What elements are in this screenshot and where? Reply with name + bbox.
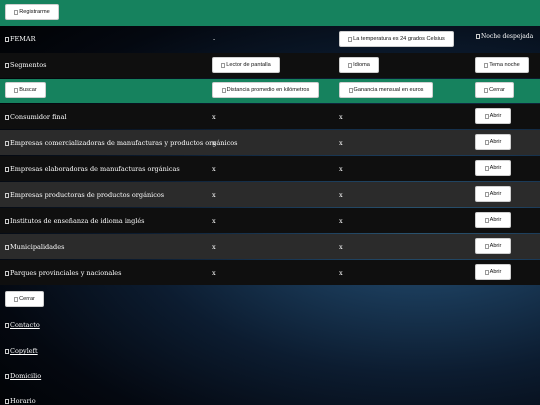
open-segment-button[interactable]: Abrir xyxy=(475,212,511,228)
segment-distance: x xyxy=(212,113,216,121)
close-image-icon xyxy=(484,87,489,93)
info-dash: - xyxy=(213,35,216,43)
screen-reader-image-icon xyxy=(221,62,226,68)
header-bar: Registrarme xyxy=(0,0,540,26)
register-button[interactable]: Registrarme xyxy=(5,4,59,20)
temperature-button[interactable]: La temperatura es 24 grados Celsius xyxy=(339,31,454,47)
table-row: Parques provinciales y nacionales x x Ab… xyxy=(0,260,540,285)
segments-title: Segmentos xyxy=(5,61,47,69)
footer-close-button[interactable]: Cerrar xyxy=(5,291,44,307)
segment-distance: x xyxy=(212,191,216,199)
close-table-button[interactable]: Cerrar xyxy=(475,82,514,98)
table-row: Consumidor final x x Abrir xyxy=(0,104,540,129)
open-image-icon xyxy=(484,113,489,119)
segment-name: Empresas comercializadoras de manufactur… xyxy=(5,139,237,147)
table-row: Empresas comercializadoras de manufactur… xyxy=(0,130,540,155)
segment-distance: x xyxy=(212,139,216,147)
segment-name: Empresas elaboradoras de manufacturas or… xyxy=(5,165,180,173)
segments-control-row: Segmentos Lector de pantalla Idioma Tema… xyxy=(0,53,540,78)
segment-image-icon xyxy=(5,219,9,224)
segment-image-icon xyxy=(5,245,9,250)
temperature-image-icon xyxy=(348,36,353,42)
hours-image-icon xyxy=(5,399,9,404)
open-segment-button[interactable]: Abrir xyxy=(475,238,511,254)
copyleft-image-icon xyxy=(5,349,9,354)
open-image-icon xyxy=(484,191,489,197)
table-row: Municipalidades x x Abrir xyxy=(0,234,540,259)
open-image-icon xyxy=(484,217,489,223)
language-image-icon xyxy=(348,62,353,68)
search-button[interactable]: Buscar xyxy=(5,82,46,98)
table-header-row: Buscar Distancia promedio en kilómetros … xyxy=(0,79,540,103)
segment-distance: x xyxy=(212,165,216,173)
night-theme-image-icon xyxy=(484,62,489,68)
segment-name: Institutos de enseñanza de idioma inglés xyxy=(5,217,145,225)
income-image-icon xyxy=(348,87,353,93)
income-sort-button[interactable]: Ganancia mensual en euros xyxy=(339,82,433,98)
open-segment-button[interactable]: Abrir xyxy=(475,134,511,150)
segment-image-icon xyxy=(5,193,9,198)
footer-close-image-icon xyxy=(14,296,19,302)
info-row: FEMAR - La temperatura es 24 grados Cels… xyxy=(0,27,540,52)
segments-image-icon xyxy=(5,63,9,68)
open-image-icon xyxy=(484,269,489,275)
segment-image-icon xyxy=(5,167,9,172)
address-image-icon xyxy=(5,374,9,379)
segment-distance: x xyxy=(212,243,216,251)
register-image-icon xyxy=(14,9,19,15)
weather-image: Noche despejada xyxy=(476,33,533,40)
segment-income: x xyxy=(339,139,343,147)
open-segment-button[interactable]: Abrir xyxy=(475,108,511,124)
screen-reader-button[interactable]: Lector de pantalla xyxy=(212,57,280,73)
search-image-icon xyxy=(14,87,19,93)
open-segment-button[interactable]: Abrir xyxy=(475,160,511,176)
segment-name: Empresas productoras de productos orgáni… xyxy=(5,191,164,199)
language-button[interactable]: Idioma xyxy=(339,57,379,73)
distance-sort-button[interactable]: Distancia promedio en kilómetros xyxy=(212,82,319,98)
segment-image-icon xyxy=(5,271,9,276)
femar-logo-icon xyxy=(5,37,9,42)
open-image-icon xyxy=(484,139,489,145)
table-row: Institutos de enseñanza de idioma inglés… xyxy=(0,208,540,233)
night-theme-button[interactable]: Tema noche xyxy=(475,57,529,73)
segment-income: x xyxy=(339,269,343,277)
segment-income: x xyxy=(339,113,343,121)
segment-name: Consumidor final xyxy=(5,113,67,121)
segment-distance: x xyxy=(212,217,216,225)
weather-icon xyxy=(476,34,480,39)
segment-name: Municipalidades xyxy=(5,243,64,251)
footer-link-copyleft[interactable]: Copyleft xyxy=(5,347,38,355)
open-segment-button[interactable]: Abrir xyxy=(475,264,511,280)
open-image-icon xyxy=(484,165,489,171)
segment-income: x xyxy=(339,165,343,173)
footer-link-contacto[interactable]: Contacto xyxy=(5,321,40,329)
segment-income: x xyxy=(339,217,343,225)
footer-link-horario[interactable]: Horario xyxy=(5,397,36,405)
open-image-icon xyxy=(484,243,489,249)
table-row: Empresas elaboradoras de manufacturas or… xyxy=(0,156,540,181)
table-row: Empresas productoras de productos orgáni… xyxy=(0,182,540,207)
footer-link-domicilio[interactable]: Domicilio xyxy=(5,372,41,380)
distance-image-icon xyxy=(221,87,226,93)
femar-logo: FEMAR xyxy=(5,35,36,43)
segment-distance: x xyxy=(212,269,216,277)
segment-name: Parques provinciales y nacionales xyxy=(5,269,121,277)
segment-income: x xyxy=(339,243,343,251)
segment-image-icon xyxy=(5,115,9,120)
contact-image-icon xyxy=(5,323,9,328)
segment-income: x xyxy=(339,191,343,199)
open-segment-button[interactable]: Abrir xyxy=(475,186,511,202)
segment-image-icon xyxy=(5,141,9,146)
